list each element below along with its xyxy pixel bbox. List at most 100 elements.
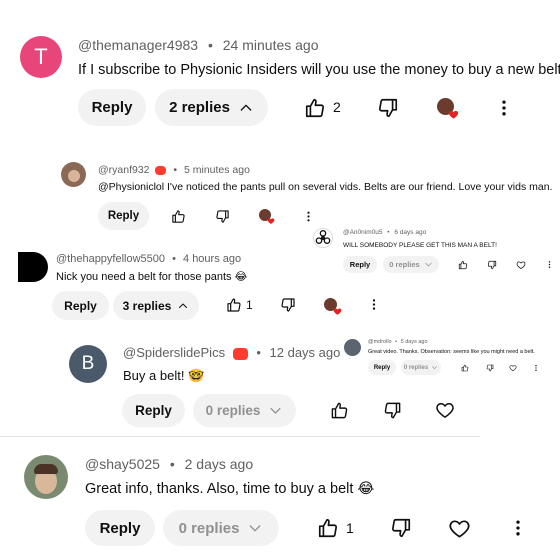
member-badge-icon [155,165,167,175]
username[interactable]: @thehappyfellow5500 [56,253,165,265]
chevron-down-icon [431,364,438,371]
replies-toggle-button[interactable]: 0 replies [383,256,439,273]
like-button[interactable] [170,208,186,224]
replies-toggle-button[interactable]: 0 replies [163,510,279,546]
thumbs-up-icon [226,297,242,313]
comment-meta: @ryanf932 • 5 minutes ago [98,164,250,176]
avatar-face [67,169,80,182]
thumbs-up-icon [461,364,469,372]
avatar[interactable] [61,162,86,187]
dislike-button[interactable] [485,363,494,372]
username[interactable]: @shay5025 [85,456,160,472]
dislike-button[interactable] [486,259,497,270]
avatar[interactable] [313,228,333,248]
replies-toggle-button[interactable]: 0 replies [193,394,296,427]
timestamp[interactable]: 5 minutes ago [184,164,250,176]
comment-meta: @themanager4983 • 24 minutes ago [78,37,319,53]
dislike-button[interactable] [376,96,400,120]
avatar[interactable] [18,252,48,282]
comment-meta: @SpiderslidePics • 12 days ago [123,345,340,360]
chevron-up-icon [238,100,254,116]
comment-text: Great video. Thanks. Observation: seems … [368,349,535,355]
heart-outline-icon [516,260,526,270]
like-count: 1 [246,298,253,312]
reply-button[interactable]: Reply [78,89,146,126]
username[interactable]: @ryanf932 [98,164,150,176]
username[interactable]: @An0nim0u5 [343,229,382,236]
username[interactable]: @mdrollo [368,339,392,345]
reply-label: Reply [107,210,140,222]
reply-label: Reply [135,403,172,418]
more-options-button[interactable] [492,96,516,120]
like-button[interactable] [460,363,469,372]
separator: • [256,345,261,360]
thumbs-down-icon [486,364,494,372]
replies-toggle-button[interactable]: 0 replies [401,360,441,375]
thumbs-down-icon [487,260,497,270]
avatar[interactable] [24,455,68,499]
avatar-initial: T [34,44,48,69]
username[interactable]: @SpiderslidePics [123,345,225,360]
dislike-button[interactable] [214,208,230,224]
avatar[interactable] [344,339,361,356]
more-options-button[interactable] [531,363,540,372]
comment-text: Great info, thanks. Also, time to buy a … [85,481,375,497]
thumbs-down-icon [280,297,296,313]
kebab-menu-icon [532,364,540,372]
like-button[interactable] [457,259,468,270]
creator-heart-badge [437,98,459,120]
like-button[interactable] [316,516,340,540]
timestamp[interactable]: 24 minutes ago [223,37,319,53]
thumbs-down-icon [377,97,399,119]
chevron-up-icon [177,300,189,312]
separator: • [172,253,176,265]
dislike-button[interactable] [279,296,296,313]
replies-toggle-button[interactable]: 2 replies [155,89,268,126]
reply-label: Reply [373,364,391,371]
like-button[interactable] [303,96,327,120]
more-options-button[interactable] [367,296,381,313]
timestamp[interactable]: 2 days ago [185,456,254,472]
timestamp[interactable]: 4 hours ago [183,253,241,265]
member-badge-icon [232,347,248,360]
thumbs-up-icon [458,260,468,270]
timestamp[interactable]: 6 days ago [394,229,426,236]
avatar[interactable]: B [69,345,107,383]
timestamp[interactable]: 12 days ago [270,345,341,360]
heart-button[interactable] [434,399,455,420]
more-options-button[interactable] [544,259,554,270]
reply-button[interactable]: Reply [98,202,149,230]
like-button[interactable] [329,400,349,420]
more-options-button[interactable] [301,208,315,224]
comment-meta: @shay5025 • 2 days ago [85,456,253,472]
more-options-button[interactable] [508,516,528,540]
reply-button[interactable]: Reply [343,256,377,273]
like-count: 2 [333,99,341,115]
heart-button[interactable] [508,363,517,372]
heart-button[interactable] [515,259,526,270]
avatar[interactable]: T [20,36,62,78]
dislike-button[interactable] [382,400,402,420]
reply-label: Reply [349,260,371,269]
creator-heart-badge [324,298,342,316]
reply-button[interactable]: Reply [85,510,155,546]
like-button[interactable] [225,296,242,313]
biohazard-icon [315,230,331,244]
thumbs-up-icon [171,209,186,224]
reply-button[interactable]: Reply [122,394,185,427]
comment-text: Nick you need a belt for those pants 😂 [56,271,248,283]
kebab-menu-icon [508,518,528,538]
heart-button[interactable] [447,516,471,540]
timestamp[interactable]: 5 days ago [401,339,428,345]
reply-label: Reply [64,298,97,313]
kebab-menu-icon [494,98,514,118]
avatar-hair [34,464,58,474]
divider [0,436,480,437]
username[interactable]: @themanager4983 [78,37,198,53]
reply-button[interactable]: Reply [368,360,396,375]
replies-toggle-button[interactable]: 3 replies [113,291,199,320]
replies-label: 0 replies [178,519,240,537]
dislike-button[interactable] [389,516,413,540]
thumbs-down-icon [390,517,412,539]
reply-button[interactable]: Reply [52,291,109,320]
